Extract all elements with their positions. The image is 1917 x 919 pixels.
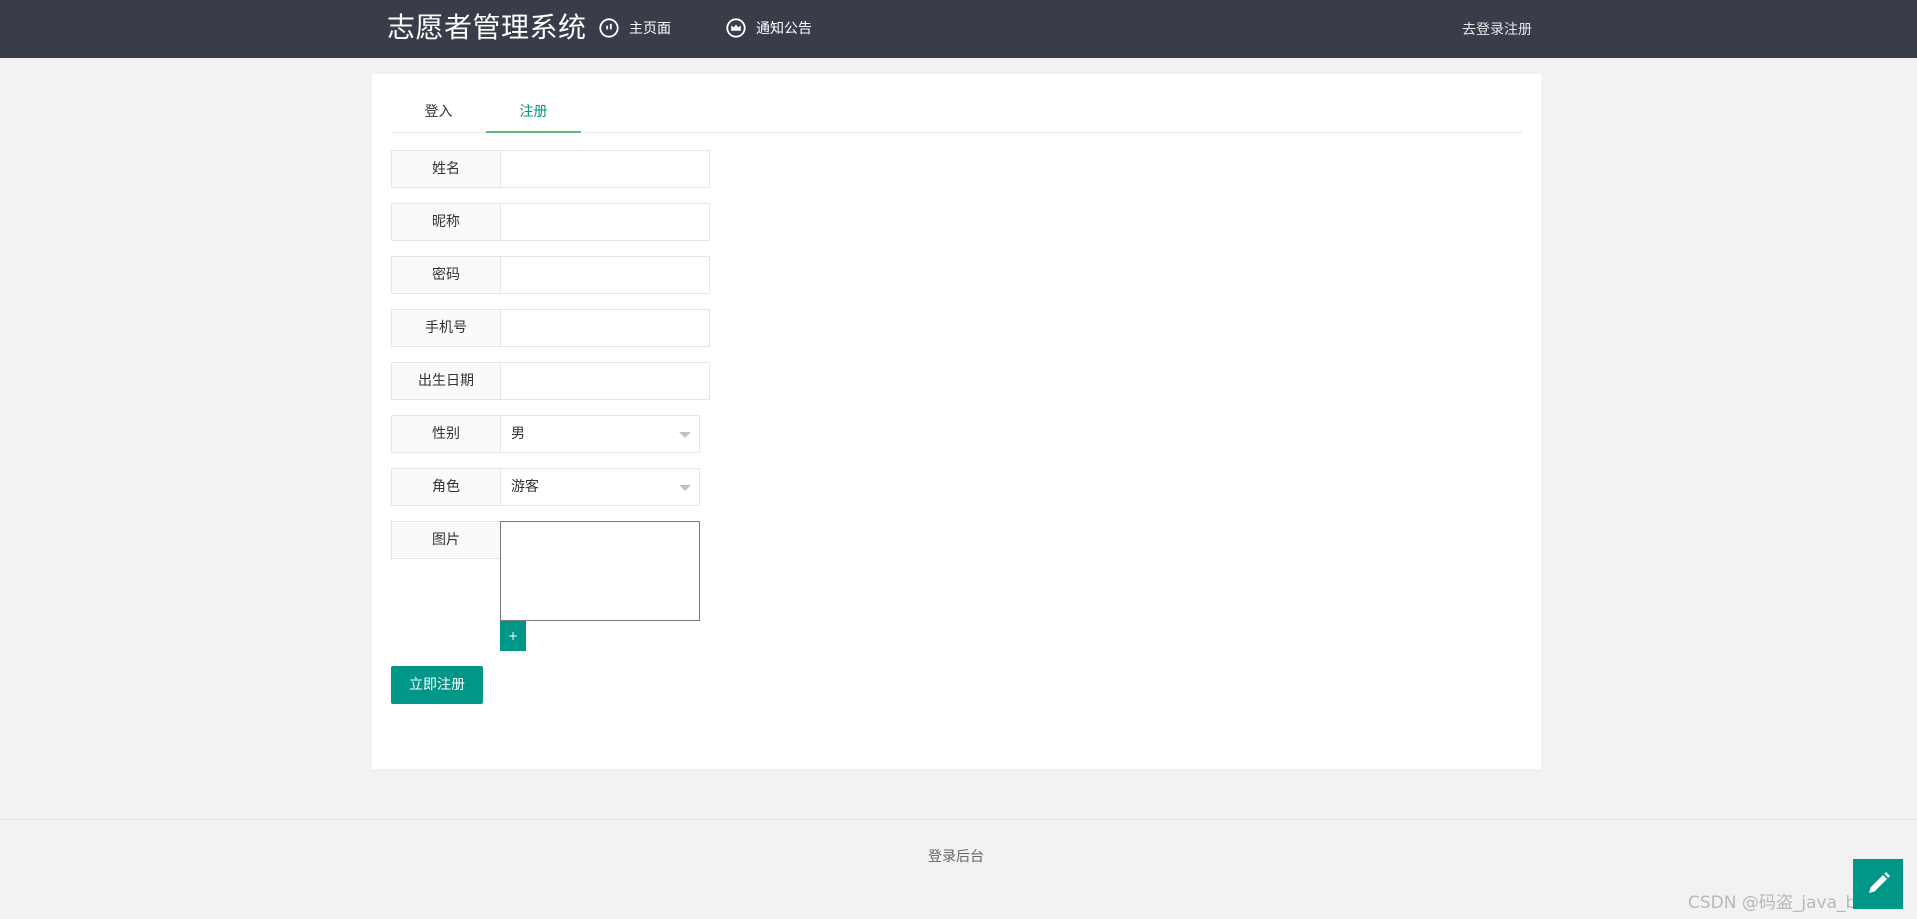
nickname-label: 昵称 xyxy=(391,203,501,241)
tab-register[interactable]: 注册 xyxy=(486,92,581,133)
speedometer-icon xyxy=(599,18,619,38)
form-row-password: 密码 xyxy=(391,256,710,294)
gender-select[interactable]: 男 xyxy=(500,415,700,453)
tab-login[interactable]: 登入 xyxy=(391,92,486,132)
crown-icon xyxy=(726,18,746,38)
form-row-image: 图片 + xyxy=(391,521,700,657)
form-row-gender: 性别 男 xyxy=(391,415,700,453)
password-input[interactable] xyxy=(500,256,710,294)
form-row-name: 姓名 xyxy=(391,150,710,188)
role-value: 游客 xyxy=(511,479,539,495)
register-submit-button[interactable]: 立即注册 xyxy=(391,666,483,704)
gender-label: 性别 xyxy=(391,415,501,453)
phone-input[interactable] xyxy=(500,309,710,347)
form-row-nickname: 昵称 xyxy=(391,203,710,241)
nav-home-link[interactable]: 主页面 xyxy=(598,16,671,40)
login-register-link[interactable]: 去登录注册 xyxy=(1462,19,1532,39)
pencil-icon xyxy=(1869,872,1890,893)
image-upload-button[interactable]: + xyxy=(500,621,526,651)
form-row-birthdate: 出生日期 xyxy=(391,362,710,400)
edit-fab-button[interactable] xyxy=(1853,859,1903,909)
nav-home-label: 主页面 xyxy=(629,21,671,37)
image-preview xyxy=(500,521,700,621)
brand-title: 志愿者管理系统 xyxy=(387,11,587,44)
admin-login-link[interactable]: 登录后台 xyxy=(928,846,984,866)
form-row-phone: 手机号 xyxy=(391,309,710,347)
birthdate-label: 出生日期 xyxy=(391,362,501,400)
name-label: 姓名 xyxy=(391,150,501,188)
phone-label: 手机号 xyxy=(391,309,501,347)
birthdate-input[interactable] xyxy=(500,362,710,400)
name-input[interactable] xyxy=(500,150,710,188)
form-row-role: 角色 游客 xyxy=(391,468,700,506)
nav-notice-link[interactable]: 通知公告 xyxy=(725,16,812,40)
footer-divider xyxy=(0,819,1917,820)
gender-value: 男 xyxy=(511,426,525,442)
register-card: 登入 注册 姓名 昵称 密码 手机号 出生日期 性别 男 角色 游客 图片 + … xyxy=(372,74,1541,769)
top-navbar: 志愿者管理系统 主页面 通知公告 去登录注册 xyxy=(0,0,1917,58)
chevron-down-icon xyxy=(679,485,691,491)
password-label: 密码 xyxy=(391,256,501,294)
auth-tabs: 登入 注册 xyxy=(391,92,1522,133)
role-label: 角色 xyxy=(391,468,501,506)
role-select[interactable]: 游客 xyxy=(500,468,700,506)
nav-notice-label: 通知公告 xyxy=(756,21,812,37)
chevron-down-icon xyxy=(679,432,691,438)
nickname-input[interactable] xyxy=(500,203,710,241)
image-label: 图片 xyxy=(391,521,501,559)
